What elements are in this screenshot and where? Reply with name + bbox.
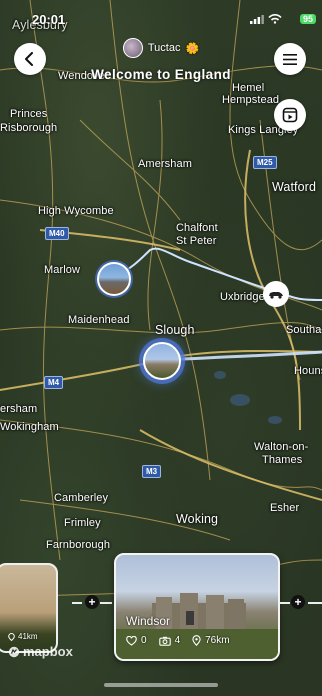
reels-button[interactable] [274,99,306,131]
likes-count: 0 [141,635,147,646]
place-label: Princes [10,108,48,120]
distance-value: 76km [205,635,230,646]
location-pin-icon [192,635,201,646]
home-indicator[interactable] [104,683,218,687]
hamburger-icon [283,53,297,65]
place-label: Walton-on- [254,441,309,453]
status-bar: 20:01 95 [0,8,322,28]
place-label: Hemel [232,82,265,94]
place-label: Frimley [64,517,101,529]
windsor-pin[interactable] [143,342,181,380]
tower-bridge-pin[interactable] [97,262,131,296]
place-label: Risborough [0,122,58,134]
trip-card-previous[interactable]: 41km [0,563,58,653]
place-label: Houns [294,365,322,377]
place-label: Thames [262,454,303,466]
user-info[interactable]: Tuctac 🌼 [122,38,200,58]
place-label: Maidenhead [68,314,130,326]
place-label: Chalfont [176,222,218,234]
heart-icon [126,635,137,646]
trip-card-windsor[interactable]: Windsor 0 4 76km [114,553,280,661]
place-label: Marlow [44,264,81,276]
mapbox-logo-icon [8,646,20,657]
distance-stat: 76km [192,635,230,646]
connector-line [308,602,322,604]
place-label: Amersham [138,158,192,170]
page-title: Welcome to England [91,67,231,82]
status-time: 20:01 [32,12,66,27]
place-label: Camberley [54,492,109,504]
connector-line [72,602,82,604]
card-distance: 41km [8,632,38,641]
place-label: Esher [270,502,300,514]
likes-stat[interactable]: 0 [126,635,147,646]
location-pin-icon [8,632,15,641]
place-label: Uxbridge [220,291,265,303]
wifi-icon [268,14,282,24]
signal-icon [250,15,264,24]
road-shield: M40 [45,227,69,240]
place-label: High Wycombe [38,205,114,217]
mapbox-attribution[interactable]: mapbox [8,644,73,659]
menu-button[interactable] [274,43,306,75]
avatar [122,38,143,58]
place-label: Wokingham [0,421,59,433]
road-shield: M4 [44,376,64,389]
camera-icon [158,636,171,646]
road-shield: M25 [253,156,277,169]
place-label: Slough [155,323,195,337]
connector-line [100,602,112,604]
connector-line [280,602,290,604]
photos-count: 4 [174,635,181,646]
video-reel-icon [282,107,298,123]
car-icon [263,281,289,307]
mapbox-label: mapbox [23,644,73,659]
place-label: Hempstead [222,94,280,106]
card-distance-value: 41km [18,632,38,641]
place-label: Woking [176,512,219,526]
place-label: St Peter [176,235,217,247]
road-shield: M3 [142,465,162,478]
user-emoji: 🌼 [185,42,200,55]
place-label: Watford [272,180,316,194]
add-stop-button[interactable]: + [291,595,305,609]
username: Tuctac [147,42,181,54]
place-label: Farnborough [46,539,111,551]
place-label: ersham [0,403,38,415]
battery-level: 95 [299,14,316,24]
card-title: Windsor [126,614,171,628]
add-stop-button[interactable]: + [85,595,99,609]
card-stats: 0 4 76km [126,635,230,646]
photos-stat[interactable]: 4 [158,635,181,646]
place-label: Southa [286,324,322,336]
